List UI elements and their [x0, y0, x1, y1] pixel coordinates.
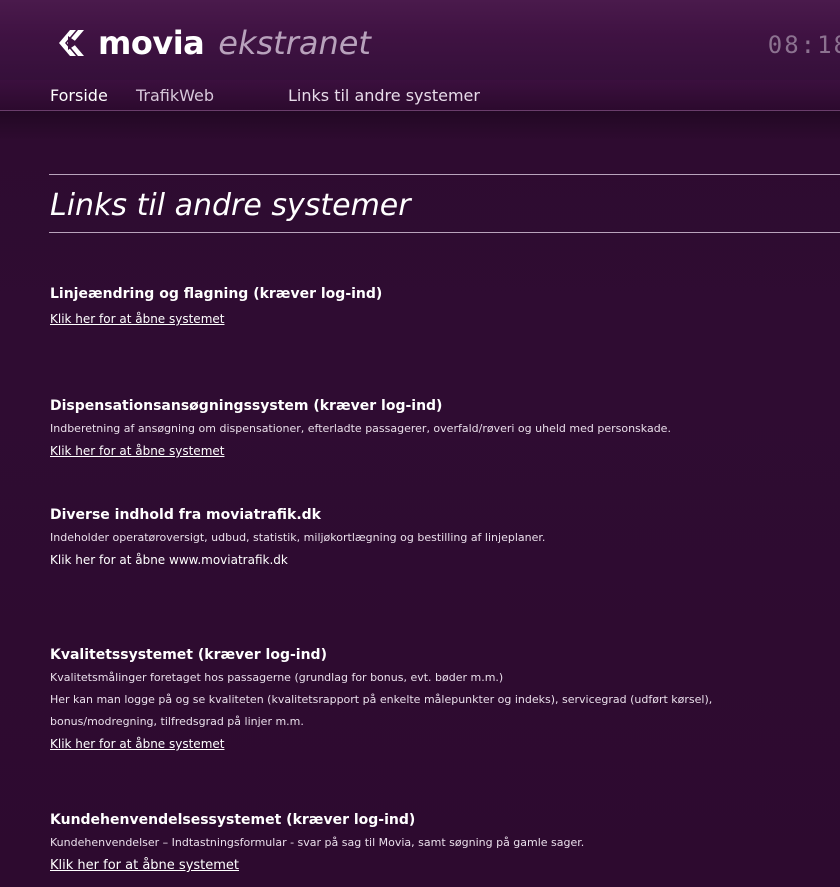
section-moviatrafik: Diverse indhold fra moviatrafik.dk Indeh… — [50, 507, 830, 570]
movia-logo[interactable]: movia ekstranet — [56, 26, 371, 60]
open-system-link[interactable]: Klik her for at åbne systemet — [50, 856, 239, 876]
open-moviatrafik-link[interactable]: Klik her for at åbne www.moviatrafik.dk — [50, 550, 288, 570]
section-description: Kundehenvendelser – Indtastningsformular… — [50, 836, 585, 849]
movia-logo-icon — [59, 30, 84, 56]
clock: 08:18 — [767, 31, 840, 59]
nav-shadow-band — [0, 111, 840, 141]
section-heading: Kundehenvendelsessystemet (kræver log-in… — [50, 812, 416, 828]
section-linjeaendring: Linjeændring og flagning (kræver log-ind… — [50, 286, 830, 329]
title-divider-bottom — [49, 232, 840, 233]
section-kvalitet: Kvalitetssystemet (kræver log-ind) Kvali… — [50, 647, 830, 754]
section-kundehenvendelse: Kundehenvendelsessystemet (kræver log-in… — [50, 812, 830, 876]
open-system-link[interactable]: Klik her for at åbne systemet — [50, 309, 224, 329]
nav-item-links[interactable]: Links til andre systemer — [288, 86, 480, 105]
nav-item-forside[interactable]: Forside — [50, 86, 108, 105]
open-system-link[interactable]: Klik her for at åbne systemet — [50, 734, 224, 754]
section-heading: Diverse indhold fra moviatrafik.dk — [50, 507, 321, 523]
open-system-link[interactable]: Klik her for at åbne systemet — [50, 441, 224, 461]
section-dispensation: Dispensationsansøgningssystem (kræver lo… — [50, 398, 830, 461]
section-heading: Linjeændring og flagning (kræver log-ind… — [50, 286, 383, 302]
main-nav: Forside TrafikWeb Links til andre system… — [0, 80, 840, 111]
brand-name: movia — [98, 24, 205, 62]
nav-item-trafikweb[interactable]: TrafikWeb — [136, 86, 214, 105]
section-heading: Kvalitetssystemet (kræver log-ind) — [50, 647, 327, 663]
section-description-line-2: Her kan man logge på og se kvaliteten (k… — [50, 693, 713, 706]
section-description-line-3: bonus/modregning, tilfredsgrad på linjer… — [50, 715, 304, 728]
title-divider-top — [49, 174, 840, 175]
brand-subtitle: ekstranet — [218, 24, 371, 62]
page: movia ekstranet 08:18 Forside TrafikWeb … — [0, 0, 840, 887]
section-description: Indeholder operatøroversigt, udbud, stat… — [50, 531, 546, 544]
page-title: Links til andre systemer — [50, 188, 411, 223]
section-heading: Dispensationsansøgningssystem (kræver lo… — [50, 398, 443, 414]
section-description: Indberetning af ansøgning om dispensatio… — [50, 422, 671, 435]
header: movia ekstranet 08:18 — [0, 0, 840, 80]
section-description-line-1: Kvalitetsmålinger foretaget hos passager… — [50, 671, 504, 684]
